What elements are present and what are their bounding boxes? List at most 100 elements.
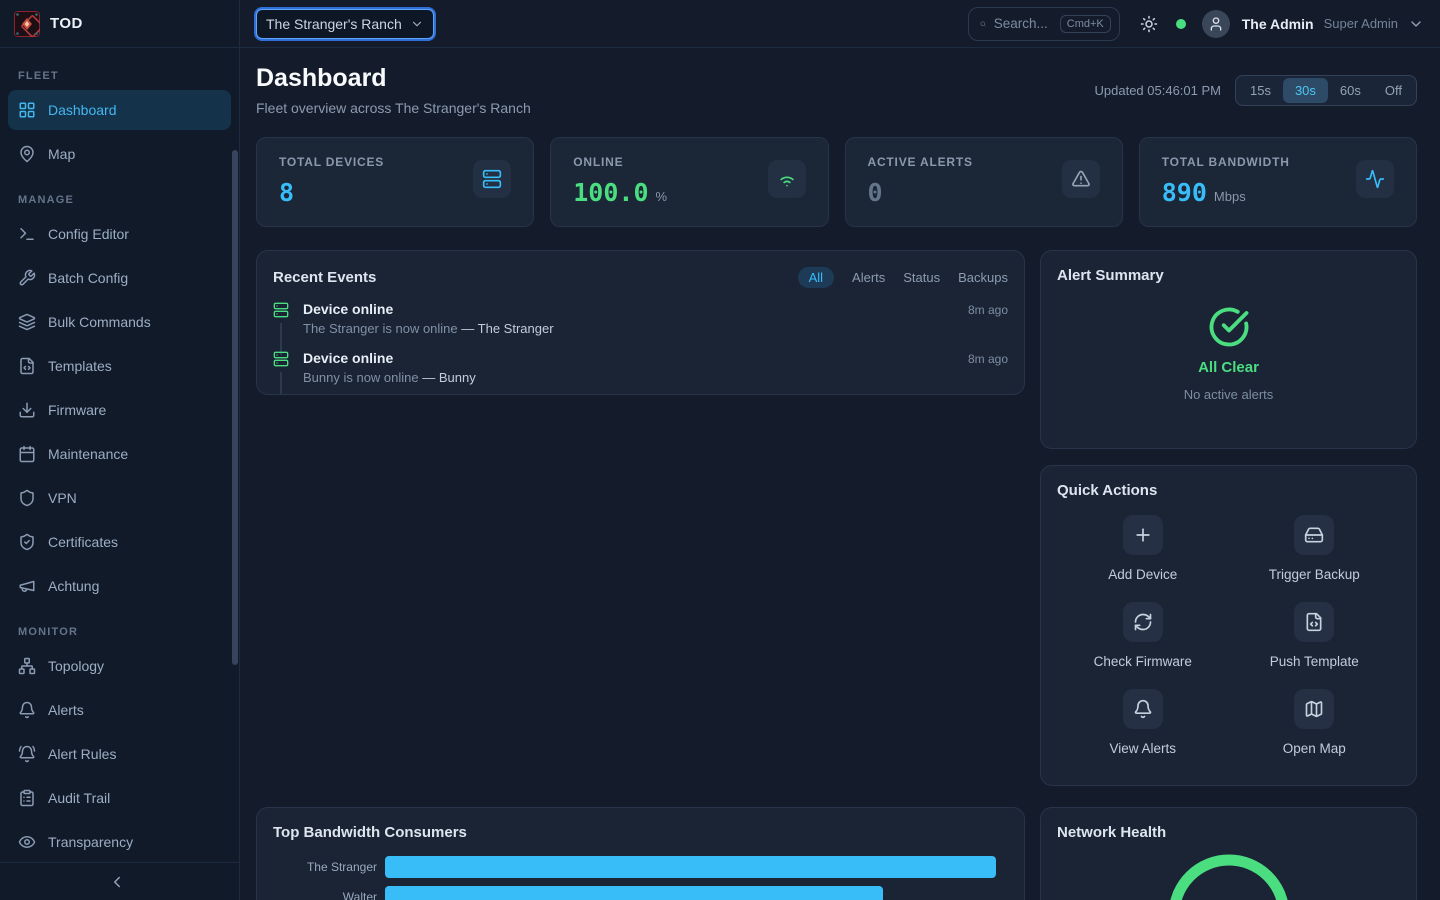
sidebar-item-batch-config[interactable]: Batch Config <box>8 258 231 298</box>
event-time: 8m ago <box>968 303 1008 317</box>
interval-60s-button[interactable]: 60s <box>1328 78 1373 103</box>
quick-action-add-device[interactable]: Add Device <box>1057 515 1229 582</box>
updated-timestamp: Updated 05:46:01 PM <box>1095 83 1221 98</box>
bandwidth-bar <box>385 886 883 900</box>
sidebar-item-transparency[interactable]: Transparency <box>8 822 231 862</box>
sidebar-scrollbar-thumb[interactable] <box>232 150 238 665</box>
quick-action-push-template[interactable]: Push Template <box>1229 602 1401 669</box>
sidebar-item-alerts[interactable]: Alerts <box>8 690 231 730</box>
sidebar-item-label: Batch Config <box>48 270 128 286</box>
search-input[interactable] <box>994 16 1052 31</box>
event-title: Device online <box>303 301 393 317</box>
stat-card-active-alerts: ACTIVE ALERTS 0 <box>845 137 1123 227</box>
sidebar-item-audit-trail[interactable]: Audit Trail <box>8 778 231 818</box>
search-box[interactable]: Cmd+K <box>968 7 1120 41</box>
page-title: Dashboard <box>256 64 531 93</box>
top-bandwidth-panel: Top Bandwidth Consumers The Stranger Wal… <box>256 807 1025 900</box>
theme-toggle-button[interactable] <box>1140 15 1158 33</box>
sidebar-item-maintenance[interactable]: Maintenance <box>8 434 231 474</box>
quick-action-label: Trigger Backup <box>1269 567 1360 582</box>
alert-detail-text: No active alerts <box>1184 387 1274 402</box>
search-icon <box>980 17 986 31</box>
file-code-icon <box>18 357 36 375</box>
sidebar-item-label: Dashboard <box>48 102 117 118</box>
sidebar-item-label: Alerts <box>48 702 84 718</box>
tab-alerts[interactable]: Alerts <box>852 267 885 288</box>
user-menu-chevron-icon[interactable] <box>1408 16 1424 32</box>
sidebar-section-fleet: FLEET <box>8 60 231 90</box>
refresh-icon <box>1133 612 1153 632</box>
map-icon <box>1304 699 1324 719</box>
bandwidth-chart-title: Top Bandwidth Consumers <box>273 824 467 841</box>
quick-action-trigger-backup[interactable]: Trigger Backup <box>1229 515 1401 582</box>
sidebar-item-topology[interactable]: Topology <box>8 646 231 686</box>
user-icon <box>1208 16 1224 32</box>
sidebar-item-dashboard[interactable]: Dashboard <box>8 90 231 130</box>
interval-off-button[interactable]: Off <box>1373 78 1414 103</box>
sidebar-nav: FLEET Dashboard Map MANAGE Config Editor… <box>0 48 239 862</box>
bar-category-label: The Stranger <box>273 860 385 874</box>
alert-summary-panel: Alert Summary All Clear No active alerts <box>1040 250 1417 449</box>
fleet-selector[interactable]: The Stranger's Ranch <box>256 9 434 39</box>
event-message: The Stranger is now online <box>303 321 458 336</box>
timeline-line <box>280 372 282 395</box>
stat-cards: TOTAL DEVICES 8 ONLINE 100.0 % ACTIVE AL… <box>256 137 1417 227</box>
tab-backups[interactable]: Backups <box>958 267 1008 288</box>
sidebar-footer <box>0 862 239 900</box>
interval-15s-button[interactable]: 15s <box>1238 78 1283 103</box>
sidebar: TOD FLEET Dashboard Map MANAGE Config Ed… <box>0 0 240 900</box>
event-row[interactable]: Device online 8m ago The Stranger is now… <box>273 301 1008 337</box>
sidebar-item-label: Templates <box>48 358 112 374</box>
quick-action-view-alerts[interactable]: View Alerts <box>1057 689 1229 756</box>
stat-card-total-devices: TOTAL DEVICES 8 <box>256 137 534 227</box>
sidebar-item-alert-rules[interactable]: Alert Rules <box>8 734 231 774</box>
sidebar-item-label: Map <box>48 146 75 162</box>
app-title: TOD <box>50 15 83 32</box>
network-icon <box>18 657 36 675</box>
stat-label: ONLINE <box>573 155 667 169</box>
quick-action-check-firmware[interactable]: Check Firmware <box>1057 602 1229 669</box>
user-name: The Admin <box>1242 16 1314 32</box>
sidebar-section-monitor: MONITOR <box>8 616 231 646</box>
sidebar-item-label: Transparency <box>48 834 133 850</box>
megaphone-icon <box>18 577 36 595</box>
bandwidth-bar <box>385 856 996 878</box>
quick-action-open-map[interactable]: Open Map <box>1229 689 1401 756</box>
event-time: 8m ago <box>968 352 1008 366</box>
sidebar-item-achtung[interactable]: Achtung <box>8 566 231 606</box>
event-row[interactable]: Device online 8m ago Bunny is now online… <box>273 350 1008 386</box>
bar-category-label: Walter <box>273 890 385 900</box>
app-logo-icon <box>14 11 40 37</box>
refresh-interval-segmented: 15s 30s 60s Off <box>1235 75 1417 106</box>
sidebar-item-bulk-commands[interactable]: Bulk Commands <box>8 302 231 342</box>
sun-icon <box>1140 15 1158 33</box>
sidebar-collapse-button[interactable] <box>108 870 132 894</box>
connection-status-dot <box>1176 19 1186 29</box>
sidebar-item-label: Bulk Commands <box>48 314 151 330</box>
sidebar-item-certificates[interactable]: Certificates <box>8 522 231 562</box>
activity-icon <box>1365 169 1385 189</box>
map-pin-icon <box>18 145 36 163</box>
sidebar-item-templates[interactable]: Templates <box>8 346 231 386</box>
tab-all[interactable]: All <box>798 267 834 288</box>
events-filter-tabs: All Alerts Status Backups <box>798 267 1008 288</box>
chevron-left-icon <box>108 873 126 891</box>
avatar[interactable] <box>1202 10 1230 38</box>
sidebar-item-vpn[interactable]: VPN <box>8 478 231 518</box>
alert-summary-title: Alert Summary <box>1057 267 1400 284</box>
sidebar-item-label: VPN <box>48 490 77 506</box>
stat-suffix: Mbps <box>1214 189 1246 204</box>
event-device: — The Stranger <box>461 321 553 336</box>
tab-status[interactable]: Status <box>903 267 940 288</box>
user-role: Super Admin <box>1324 16 1398 31</box>
sidebar-item-firmware[interactable]: Firmware <box>8 390 231 430</box>
sidebar-item-config-editor[interactable]: Config Editor <box>8 214 231 254</box>
stat-value: 890 <box>1162 178 1207 207</box>
server-icon <box>482 169 502 189</box>
interval-30s-button[interactable]: 30s <box>1283 78 1328 103</box>
clipboard-list-icon <box>18 789 36 807</box>
alert-triangle-icon <box>1071 169 1091 189</box>
chevron-down-icon <box>410 17 424 31</box>
quick-action-label: Check Firmware <box>1094 654 1192 669</box>
sidebar-item-map[interactable]: Map <box>8 134 231 174</box>
